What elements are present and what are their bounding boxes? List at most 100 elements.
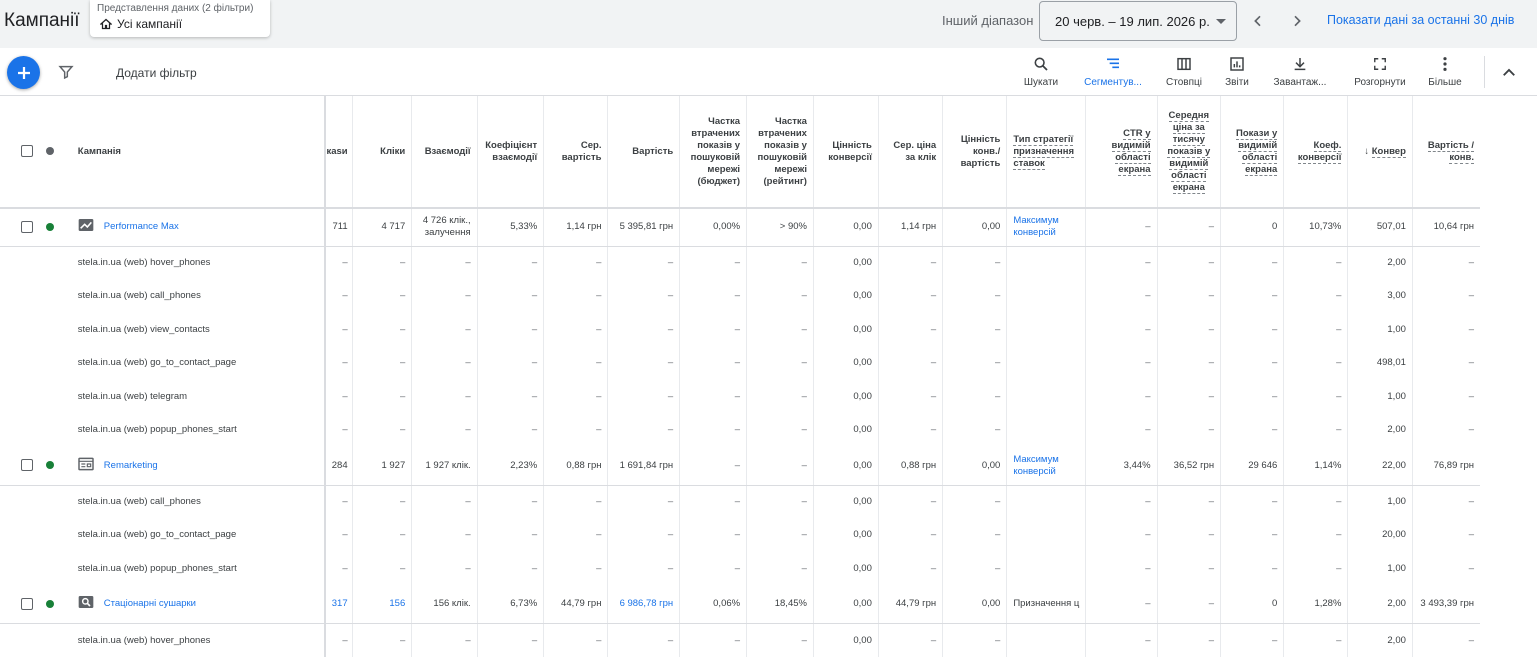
conversion-action-row[interactable]: stela.in.ua (web) call_phones – – – – – – – –0,0…	[0, 485, 1537, 519]
conversion-action-row[interactable]: stela.in.ua (web) go_to_contact_page – – – –…	[0, 346, 1537, 380]
row-spacer	[40, 519, 72, 553]
add-filter-input[interactable]: Додати фільтр	[116, 66, 197, 80]
conv-value-cell: 0,00	[812, 346, 879, 380]
cost-cell: –	[607, 413, 680, 447]
campaigns-table: Кампанія каsи Кліки Взаємодії Коефіцієнт…	[0, 96, 1537, 657]
date-range-picker[interactable]: 20 черв. – 19 лип. 2026 р.	[1039, 1, 1237, 41]
conversion-action-row[interactable]: stela.in.ua (web) popup_phones_start – – – –…	[0, 552, 1537, 586]
avg-vcpm-cell: –	[1156, 208, 1221, 247]
lost-budget-cell: –	[679, 346, 747, 380]
lost-budget-header[interactable]: Частка втрачених показів у пошуковій мер…	[679, 96, 747, 209]
interactions-cell: –	[411, 623, 478, 657]
row-checkbox[interactable]	[21, 597, 33, 610]
bid-strategy-header[interactable]: Тип стратегії призначення ставок	[1006, 96, 1086, 209]
conv-value-cost-cell: –	[942, 485, 1007, 519]
compare-period-link[interactable]: Показати дані за останні 30 днів	[1327, 13, 1514, 27]
add-campaign-button[interactable]	[7, 56, 40, 89]
download-icon	[1294, 58, 1306, 71]
conv-value-cost-cell: –	[942, 518, 1007, 552]
cost-conv-cell: 76,89 грн	[1411, 447, 1481, 486]
filter-button[interactable]	[58, 64, 74, 85]
lost-budget-cell: –	[679, 313, 747, 347]
campaign-row[interactable]: Performance Max 711 4 717 4 726 клік., залу…	[0, 208, 1537, 247]
conv-value-cell: 0,00	[812, 246, 879, 280]
interactions-header[interactable]: Взаємодії	[411, 96, 478, 209]
lost-rank-cell: –	[746, 552, 814, 586]
expand-tool[interactable]: Розгорнути	[1350, 55, 1410, 91]
reports-tool[interactable]: Звіти	[1222, 55, 1252, 91]
row-checkbox[interactable]	[21, 220, 33, 233]
viewable-ctr-header[interactable]: CTR у видимій області екрана	[1085, 96, 1158, 209]
campaign-name-link[interactable]: Remarketing	[104, 460, 158, 472]
bid-strategy-cell	[1006, 485, 1086, 519]
clicks-cell: –	[351, 485, 412, 519]
clicks-header[interactable]: Кліки	[351, 96, 412, 209]
conversion-action-row[interactable]: stela.in.ua (web) view_contacts – – – – – – – –0…	[0, 313, 1537, 347]
conversion-action-row[interactable]: stela.in.ua (web) go_to_contact_page – – – –…	[0, 518, 1537, 553]
impressions-header[interactable]: каsи	[324, 96, 353, 209]
toolbar-divider	[1484, 56, 1485, 88]
table-header-row: Кампанія каsи Кліки Взаємодії Коефіцієнт…	[0, 96, 1537, 209]
conversion-action-row[interactable]: stela.in.ua (web) call_phones – – – – – – – –0,0…	[0, 279, 1537, 314]
interactions-cell: 1 927 клік.	[411, 447, 478, 486]
arrow-down-icon: ↓	[1364, 145, 1372, 157]
conversion-action-name: stela.in.ua (web) go_to_contact_page	[77, 529, 237, 541]
impressions-cell: –	[324, 380, 353, 414]
impressions-cell: 711	[324, 208, 353, 247]
conversion-action-row[interactable]: stela.in.ua (web) hover_phones – – – – – – – –0,…	[0, 246, 1537, 280]
search-tool[interactable]: Шукати	[1020, 55, 1062, 91]
avg-cpc-header[interactable]: Сер. ціна за клік	[877, 96, 943, 209]
viewable-impr-header[interactable]: Покази у видимій області екрана	[1220, 96, 1284, 209]
conversion-action-row[interactable]: stela.in.ua (web) hover_phones – – – – – – – –0,…	[0, 623, 1537, 657]
campaign-name-link[interactable]: Performance Max	[104, 221, 179, 233]
segment-icon	[1107, 58, 1119, 69]
conv-value-cell: 0,00	[812, 313, 879, 347]
campaign-name-link[interactable]: Стаціонарні сушарки	[104, 598, 196, 610]
cost-header[interactable]: Вартість	[607, 96, 680, 209]
avg-cost-header[interactable]: Сер. вартість	[543, 96, 608, 209]
campaign-row[interactable]: Стаціонарні сушарки 317 156 156 клік. 6,73% 4…	[0, 585, 1537, 624]
row-checkbox[interactable]	[21, 459, 33, 472]
row-spacer	[40, 552, 72, 586]
campaign-row[interactable]: Remarketing 284 1 927 1 927 клік. 2,23% 0,88 …	[0, 447, 1537, 486]
bar-chart-icon	[1230, 57, 1244, 71]
collapse-button[interactable]	[1500, 64, 1518, 87]
viewable-impr-header-label: Покази у видимій області екрана	[1236, 127, 1278, 176]
conv-value-header[interactable]: Цінність конверсії	[812, 96, 879, 209]
conversions-header-label: Конвер	[1371, 145, 1406, 158]
campaign-header[interactable]: Кампанія	[71, 96, 326, 209]
interactions-cell: –	[411, 246, 478, 280]
columns-tool[interactable]: Стовпці	[1163, 55, 1205, 91]
conversion-action-row[interactable]: stela.in.ua (web) telegram – – – – – – – –0,00– –…	[0, 380, 1537, 414]
viewable-impr-cell: –	[1220, 313, 1284, 347]
view-value: Усі кампанії	[100, 17, 182, 31]
row-spacer	[40, 280, 72, 314]
interaction-rate-cell: 6,73%	[476, 585, 544, 624]
download-tool[interactable]: Завантаж...	[1269, 55, 1331, 91]
impressions-header-label: каsи	[326, 145, 348, 157]
segment-tool[interactable]: Сегментув...	[1082, 55, 1144, 91]
interaction-rate-header[interactable]: Коефіцієнт взаємодії	[476, 96, 544, 209]
avg-vcpm-header-label: Середня ціна за тисячу показів у видимій…	[1167, 109, 1211, 194]
cost-cell: –	[607, 313, 680, 347]
impressions-cell: –	[324, 313, 353, 347]
viewable-ctr-cell: –	[1085, 623, 1158, 657]
prev-period-button[interactable]	[1246, 9, 1270, 33]
more-tool[interactable]: Більше	[1426, 55, 1464, 91]
data-view-selector[interactable]: Представлення даних (2 фільтри) Усі камп…	[90, 0, 270, 37]
select-all-checkbox[interactable]	[21, 145, 33, 158]
conversions-header[interactable]: ↓ Конвер	[1347, 96, 1413, 209]
conv-value-cost-header[interactable]: Цінність конв./ вартість	[942, 96, 1007, 209]
lost-rank-header[interactable]: Частка втрачених показів у пошуковій мер…	[746, 96, 814, 209]
avg-cost-cell: –	[543, 552, 608, 586]
next-period-button[interactable]	[1285, 9, 1309, 33]
cost-conv-header[interactable]: Вартість / конв.	[1411, 96, 1481, 209]
clicks-cell: –	[351, 623, 412, 657]
impressions-cell: –	[324, 413, 353, 447]
lost-budget-cell: –	[679, 246, 747, 280]
avg-vcpm-header[interactable]: Середня ціна за тисячу показів у видимій…	[1156, 96, 1221, 209]
conversion-action-row[interactable]: stela.in.ua (web) popup_phones_start – – – –…	[0, 413, 1537, 447]
conv-rate-header[interactable]: Коеф. конверсії	[1283, 96, 1348, 209]
conversions-cell: 498,01	[1347, 346, 1413, 380]
conversions-cell: 1,00	[1347, 485, 1413, 519]
